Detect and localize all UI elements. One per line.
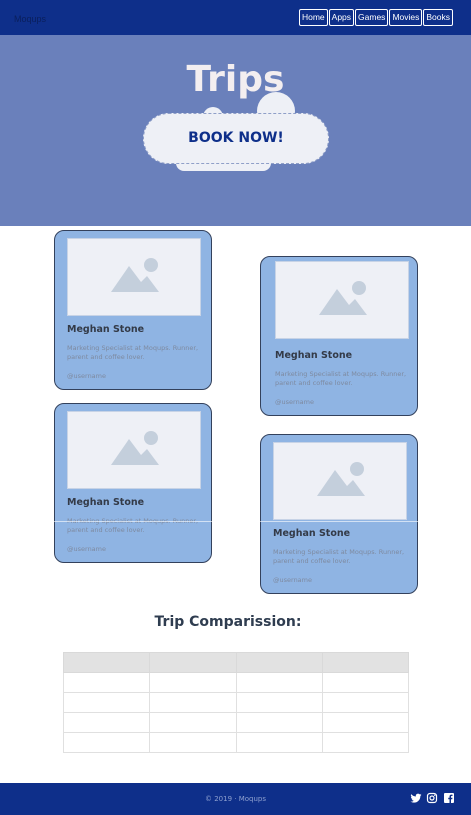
profile-card[interactable]: Meghan Stone Marketing Specialist at Moq… <box>260 434 418 594</box>
nav-links: Home Apps Games Movies Books <box>298 9 453 26</box>
table-cell <box>149 672 237 693</box>
table-row <box>62 732 410 753</box>
footer-copyright: © 2019 · Moqups <box>204 795 266 803</box>
table-header-cell <box>149 652 237 673</box>
table-header-cell <box>321 652 410 673</box>
table-cell <box>235 732 323 753</box>
image-placeholder-icon <box>319 281 367 315</box>
table-cell <box>235 712 323 733</box>
comparison-title: Trip Comparission: <box>154 614 302 630</box>
section-divider <box>0 521 471 522</box>
card-username[interactable]: @username <box>273 576 312 584</box>
table-cell <box>62 692 151 713</box>
facebook-icon[interactable] <box>443 792 455 804</box>
book-now-button[interactable]: BOOK NOW! <box>143 113 329 164</box>
table-header-cell <box>62 652 151 673</box>
card-description: Marketing Specialist at Moqups. Runner, … <box>67 517 199 534</box>
comparison-table <box>62 652 410 753</box>
nav-apps-link[interactable]: Apps <box>328 9 355 26</box>
card-name: Meghan Stone <box>67 497 145 508</box>
table-cell <box>62 672 151 693</box>
card-description: Marketing Specialist at Moqups. Runner, … <box>273 548 405 565</box>
nav-movies-link[interactable]: Movies <box>389 9 423 26</box>
table-cell <box>62 732 151 753</box>
card-name: Meghan Stone <box>273 528 351 539</box>
profile-card[interactable]: Meghan Stone Marketing Specialist at Moq… <box>260 256 418 416</box>
table-cell <box>321 672 410 693</box>
table-cell <box>321 692 410 713</box>
table-cell <box>62 712 151 733</box>
card-description: Marketing Specialist at Moqups. Runner, … <box>67 344 199 361</box>
table-cell <box>149 692 237 713</box>
twitter-icon[interactable] <box>410 792 422 804</box>
nav-games-link[interactable]: Games <box>355 9 389 26</box>
image-placeholder-icon <box>111 258 159 292</box>
navbar: Moqups Home Apps Games Movies Books <box>0 0 471 35</box>
card-image <box>67 238 201 316</box>
card-image <box>275 261 409 339</box>
card-name: Meghan Stone <box>275 350 353 361</box>
table-cell <box>235 692 323 713</box>
table-cell <box>321 732 410 753</box>
card-name: Meghan Stone <box>67 324 145 335</box>
table-cell <box>149 732 237 753</box>
profile-card[interactable]: Meghan Stone Marketing Specialist at Moq… <box>54 403 212 563</box>
image-placeholder-icon <box>111 431 159 465</box>
footer: © 2019 · Moqups <box>0 783 471 815</box>
table-cell <box>235 672 323 693</box>
nav-books-link[interactable]: Books <box>423 9 453 26</box>
table-row <box>62 672 410 693</box>
table-header-row <box>62 652 410 673</box>
nav-home-link[interactable]: Home <box>298 9 328 26</box>
card-username[interactable]: @username <box>67 545 106 553</box>
card-username[interactable]: @username <box>275 398 314 406</box>
table-header-cell <box>235 652 323 673</box>
image-placeholder-icon <box>317 462 365 496</box>
table-row <box>62 712 410 733</box>
card-username[interactable]: @username <box>67 372 106 380</box>
table-cell <box>321 712 410 733</box>
table-row <box>62 692 410 713</box>
hero-title: Trips <box>186 59 285 100</box>
instagram-icon[interactable] <box>426 792 438 804</box>
logo[interactable]: Moqups <box>14 14 46 24</box>
table-cell <box>149 712 237 733</box>
card-image <box>273 442 407 520</box>
card-image <box>67 411 201 489</box>
hero-banner: Trips BOOK NOW! <box>0 35 471 226</box>
card-description: Marketing Specialist at Moqups. Runner, … <box>275 370 407 387</box>
profile-card[interactable]: Meghan Stone Marketing Specialist at Moq… <box>54 230 212 390</box>
